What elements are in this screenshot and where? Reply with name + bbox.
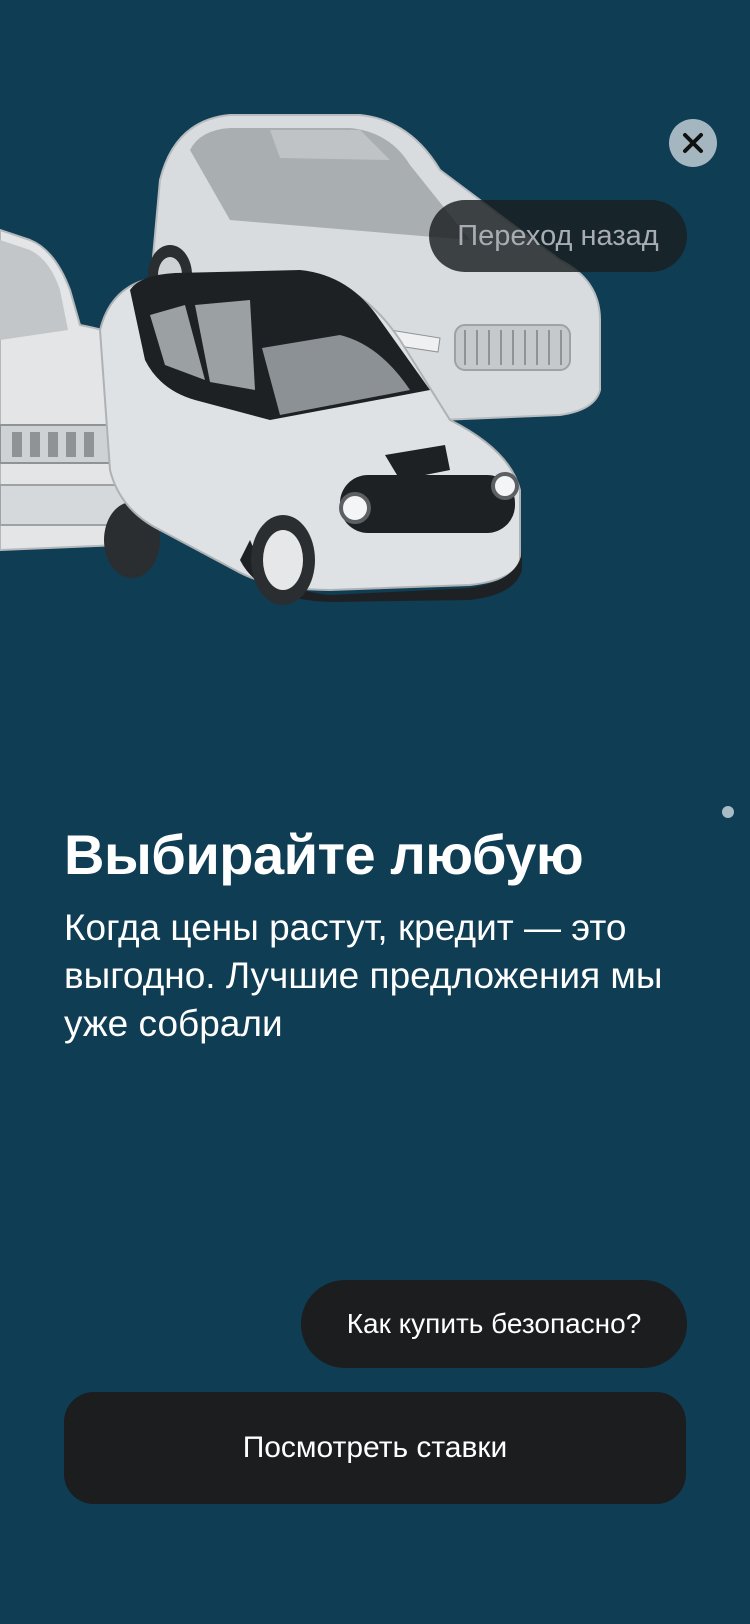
- back-navigation-tooltip[interactable]: Переход назад: [429, 200, 687, 272]
- page-title: Выбирайте любую: [64, 823, 584, 886]
- close-button[interactable]: [669, 119, 717, 167]
- page-subtitle: Когда цены растут, кредит — это выгодно.…: [64, 907, 663, 1044]
- close-icon: [683, 133, 703, 153]
- view-rates-button[interactable]: Посмотреть ставки: [64, 1392, 686, 1504]
- how-to-buy-safely-button[interactable]: Как купить безопасно?: [301, 1280, 687, 1368]
- cars-illustration: [0, 114, 601, 605]
- page-indicator-dot: [722, 806, 734, 818]
